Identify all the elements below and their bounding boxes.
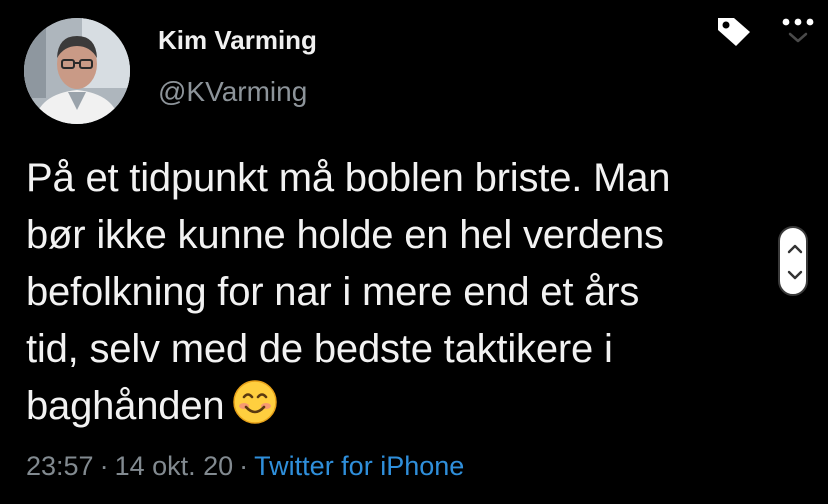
- tweet-line: På et tidpunkt må boblen briste. Man: [26, 156, 671, 200]
- tweet-line-last: baghånden: [26, 378, 786, 435]
- tweet-line: tid, selv med de bedste taktikere i: [26, 327, 613, 371]
- tweet-source-link[interactable]: Twitter for iPhone: [254, 451, 464, 481]
- tweet-card: Kim Varming @KVarming På et tidpunkt må …: [0, 0, 828, 504]
- author-handle[interactable]: @KVarming: [158, 76, 307, 108]
- tweet-line: bør ikke kunne holde en hel verdens: [26, 213, 664, 257]
- scroll-up-down-icon[interactable]: [778, 226, 808, 296]
- tweet-text: På et tidpunkt må boblen briste. Man bør…: [26, 150, 786, 435]
- smiling-face-emoji-icon: [232, 379, 278, 425]
- avatar-photo: [24, 18, 130, 124]
- tweet-line-text: baghånden: [26, 384, 225, 428]
- meta-separator: ·: [239, 451, 249, 481]
- tag-icon[interactable]: [712, 10, 756, 50]
- meta-separator: ·: [99, 451, 109, 481]
- avatar[interactable]: [24, 18, 130, 124]
- author-name[interactable]: Kim Varming: [158, 25, 317, 56]
- tweet-meta: 23:57 · 14 okt. 20 · Twitter for iPhone: [26, 451, 464, 482]
- tweet-date[interactable]: 14 okt. 20: [115, 451, 234, 481]
- tweet-time: 23:57: [26, 451, 94, 481]
- tweet-line: befolkning for nar i mere end et års: [26, 270, 640, 314]
- more-dots-icon[interactable]: [778, 10, 818, 50]
